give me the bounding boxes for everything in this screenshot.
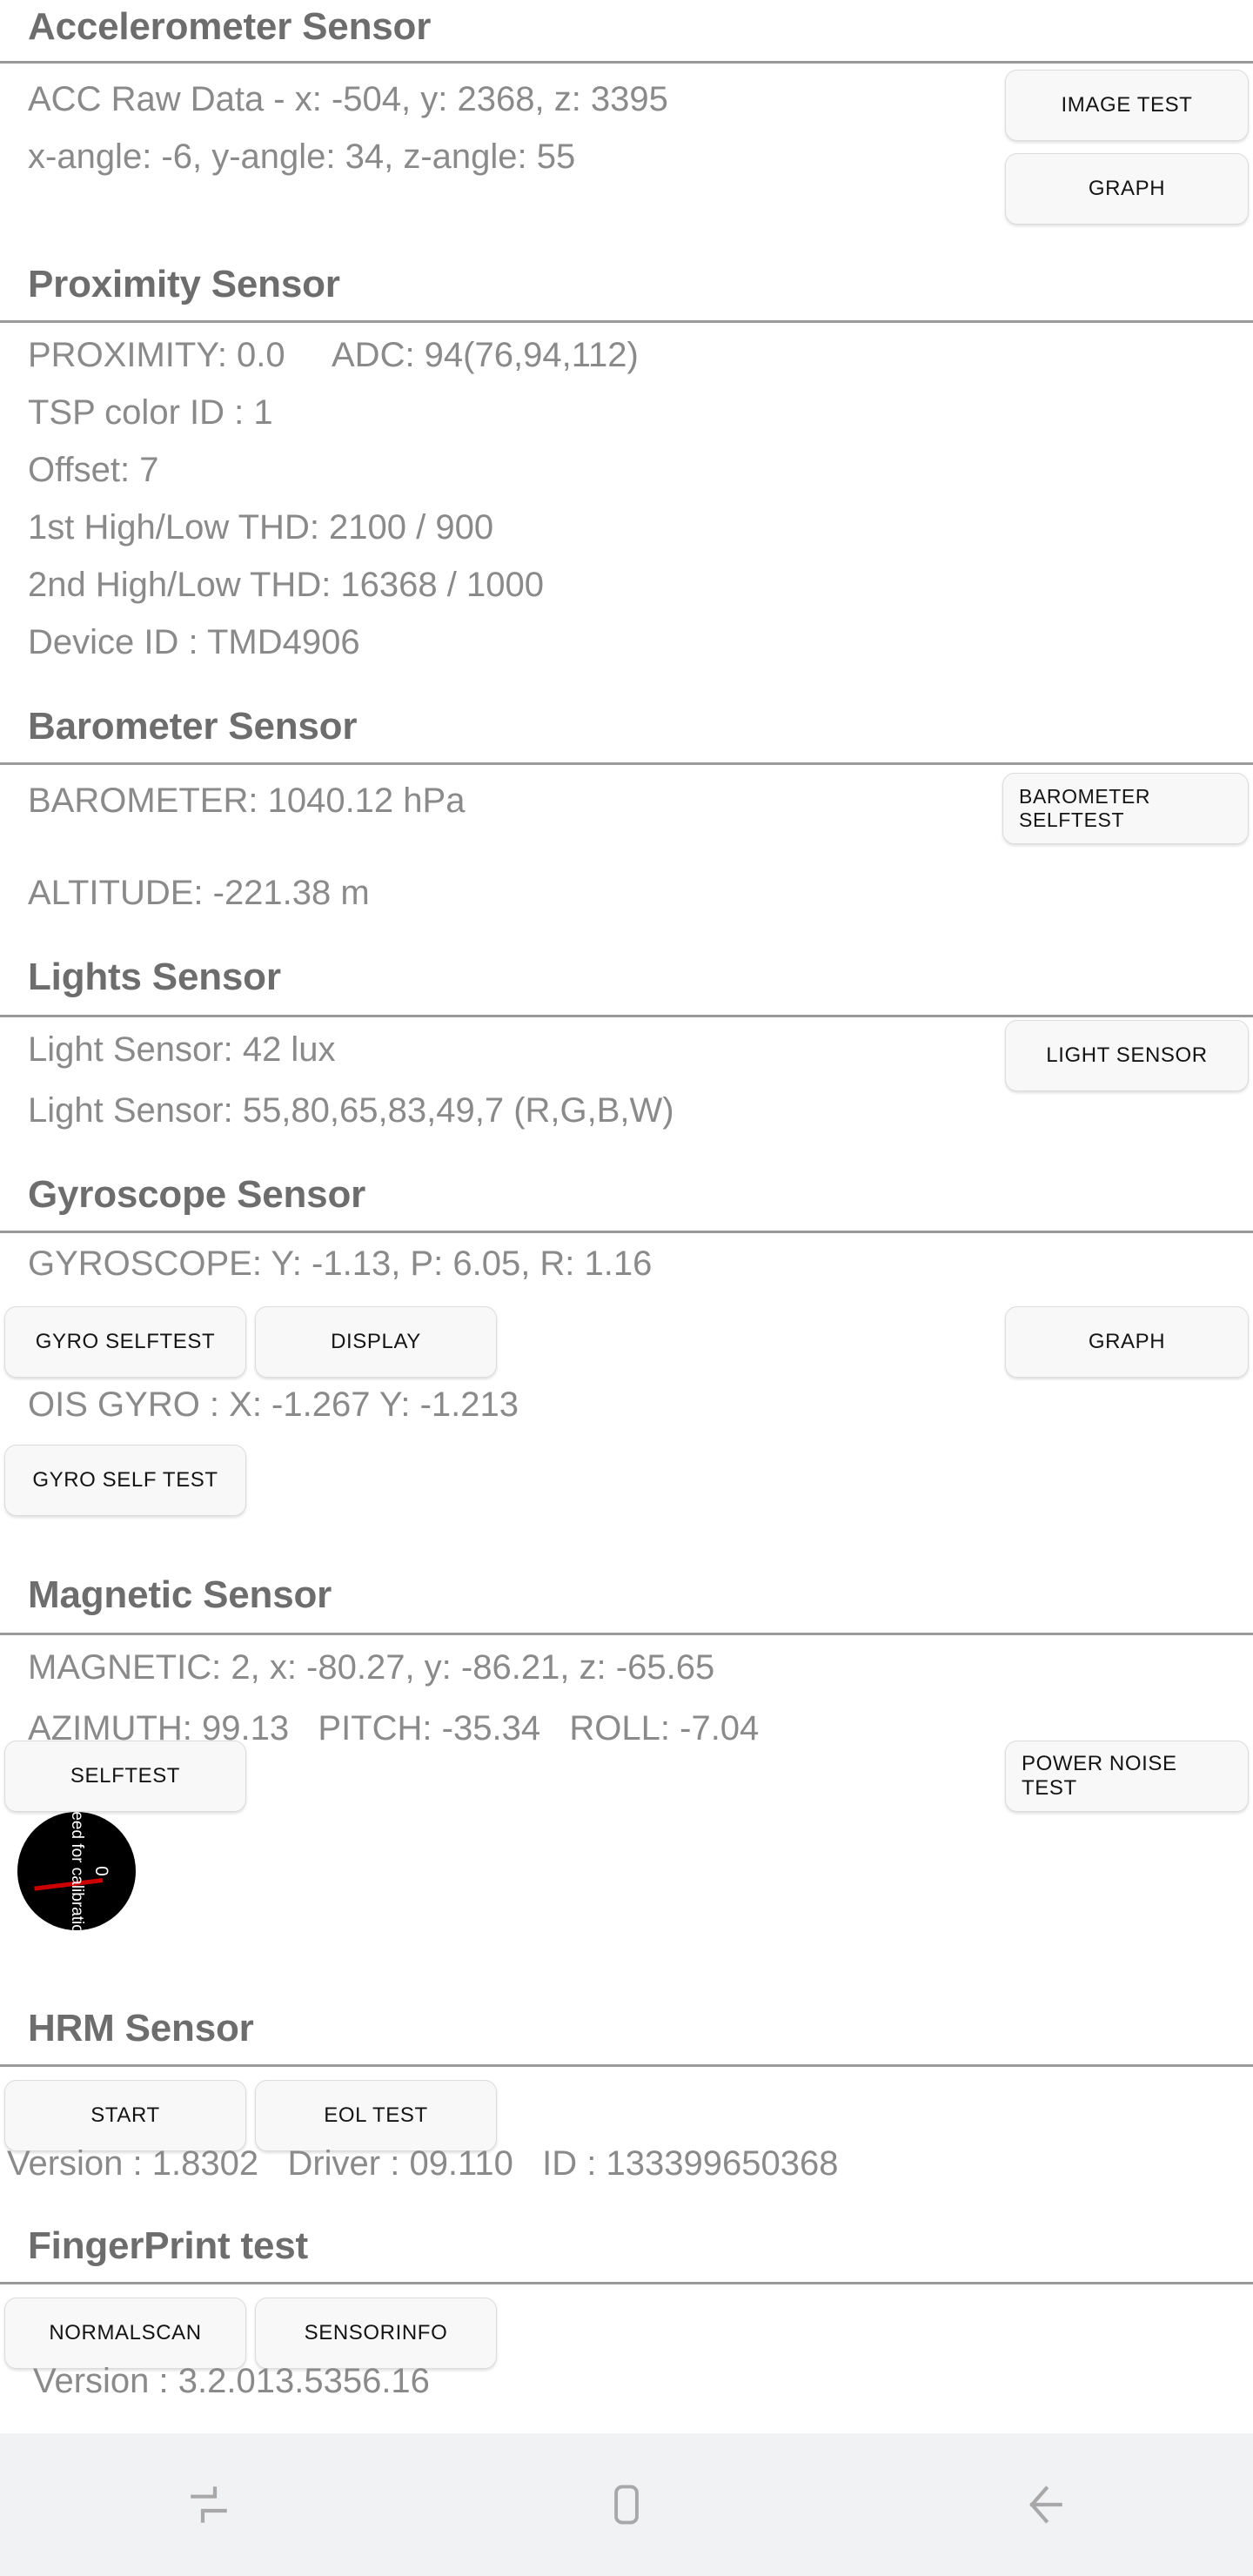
proximity-tsp-color-id: TSP color ID : 1	[0, 395, 273, 430]
accelerometer-raw-data: ACC Raw Data - x: -504, y: 2368, z: 3395	[0, 82, 668, 117]
hrm-start-button[interactable]: START	[4, 2080, 246, 2151]
proximity-second-thd: 2nd High/Low THD: 16368 / 1000	[0, 567, 544, 602]
proximity-value: PROXIMITY: 0.0 ADC: 94(76,94,112)	[0, 338, 639, 372]
light-sensor-rgbw: Light Sensor: 55,80,65,83,49,7 (R,G,B,W)	[0, 1093, 674, 1128]
section-heading-fingerprint: FingerPrint test	[0, 2224, 308, 2268]
fingerprint-version: Version : 3.2.013.5356.16	[0, 2364, 430, 2398]
compass-calibration-value: 0	[90, 1866, 111, 1876]
barometer-selftest-button[interactable]: BAROMETER SELFTEST	[1002, 773, 1249, 844]
proximity-first-thd: 1st High/Low THD: 2100 / 900	[0, 510, 493, 545]
divider-gyroscope	[0, 1231, 1253, 1233]
gyro-display-button[interactable]: DISPLAY	[255, 1306, 497, 1378]
section-heading-barometer: Barometer Sensor	[0, 705, 357, 748]
section-heading-magnetic: Magnetic Sensor	[0, 1573, 332, 1617]
image-test-button[interactable]: IMAGE TEST	[1005, 70, 1249, 141]
barometer-altitude: ALTITUDE: -221.38 m	[0, 875, 370, 910]
divider-accelerometer	[0, 61, 1253, 64]
ois-gyro-values: OIS GYRO : X: -1.267 Y: -1.213	[0, 1387, 519, 1422]
divider-hrm	[0, 2064, 1253, 2067]
section-heading-lights: Lights Sensor	[0, 956, 281, 999]
section-heading-accelerometer: Accelerometer Sensor	[0, 5, 431, 49]
gyroscope-values: GYROSCOPE: Y: -1.13, P: 6.05, R: 1.16	[0, 1246, 652, 1281]
magnetic-calibration-gauge: Need for calibration 0	[17, 1812, 136, 1930]
scroll-content[interactable]: Accelerometer Sensor ACC Raw Data - x: -…	[0, 0, 1253, 2433]
light-sensor-lux: Light Sensor: 42 lux	[0, 1032, 336, 1067]
back-button[interactable]	[835, 2433, 1253, 2576]
divider-proximity	[0, 320, 1253, 323]
gyroscope-graph-button[interactable]: GRAPH	[1005, 1306, 1249, 1378]
accelerometer-angles: x-angle: -6, y-angle: 34, z-angle: 55	[0, 139, 575, 174]
section-heading-hrm: HRM Sensor	[0, 2007, 254, 2050]
compass-calibration-label: Need for calibration	[67, 1812, 86, 1930]
home-icon	[604, 2482, 649, 2527]
fingerprint-sensorinfo-button[interactable]: SENSORINFO	[255, 2298, 497, 2369]
hrm-version-info: Version : 1.8302 Driver : 09.110 ID : 13…	[0, 2146, 838, 2181]
sensor-test-screen: Accelerometer Sensor ACC Raw Data - x: -…	[0, 0, 1253, 2576]
divider-fingerprint	[0, 2282, 1253, 2284]
gyro-self-test-button[interactable]: GYRO SELF TEST	[4, 1445, 246, 1516]
proximity-offset: Offset: 7	[0, 453, 158, 487]
accelerometer-graph-button[interactable]: GRAPH	[1005, 153, 1249, 225]
section-heading-proximity: Proximity Sensor	[0, 263, 340, 306]
proximity-device-id: Device ID : TMD4906	[0, 625, 360, 660]
home-button[interactable]	[418, 2433, 835, 2576]
navigation-bar	[0, 2433, 1253, 2576]
magnetic-selftest-button[interactable]: SELFTEST	[4, 1741, 246, 1812]
recents-button[interactable]	[0, 2433, 418, 2576]
divider-barometer	[0, 762, 1253, 765]
divider-lights	[0, 1015, 1253, 1017]
power-noise-test-button[interactable]: POWER NOISE TEST	[1005, 1741, 1249, 1812]
barometer-pressure: BAROMETER: 1040.12 hPa	[0, 783, 465, 818]
back-arrow-icon	[1020, 2480, 1069, 2529]
recents-icon	[184, 2480, 233, 2529]
light-sensor-button[interactable]: LIGHT SENSOR	[1005, 1020, 1249, 1091]
magnetic-values: MAGNETIC: 2, x: -80.27, y: -86.21, z: -6…	[0, 1650, 714, 1685]
section-heading-gyroscope: Gyroscope Sensor	[0, 1173, 365, 1217]
gyro-selftest-button[interactable]: GYRO SELFTEST	[4, 1306, 246, 1378]
divider-magnetic	[0, 1633, 1253, 1635]
hrm-eol-test-button[interactable]: EOL TEST	[255, 2080, 497, 2151]
fingerprint-normalscan-button[interactable]: NORMALSCAN	[4, 2298, 246, 2369]
